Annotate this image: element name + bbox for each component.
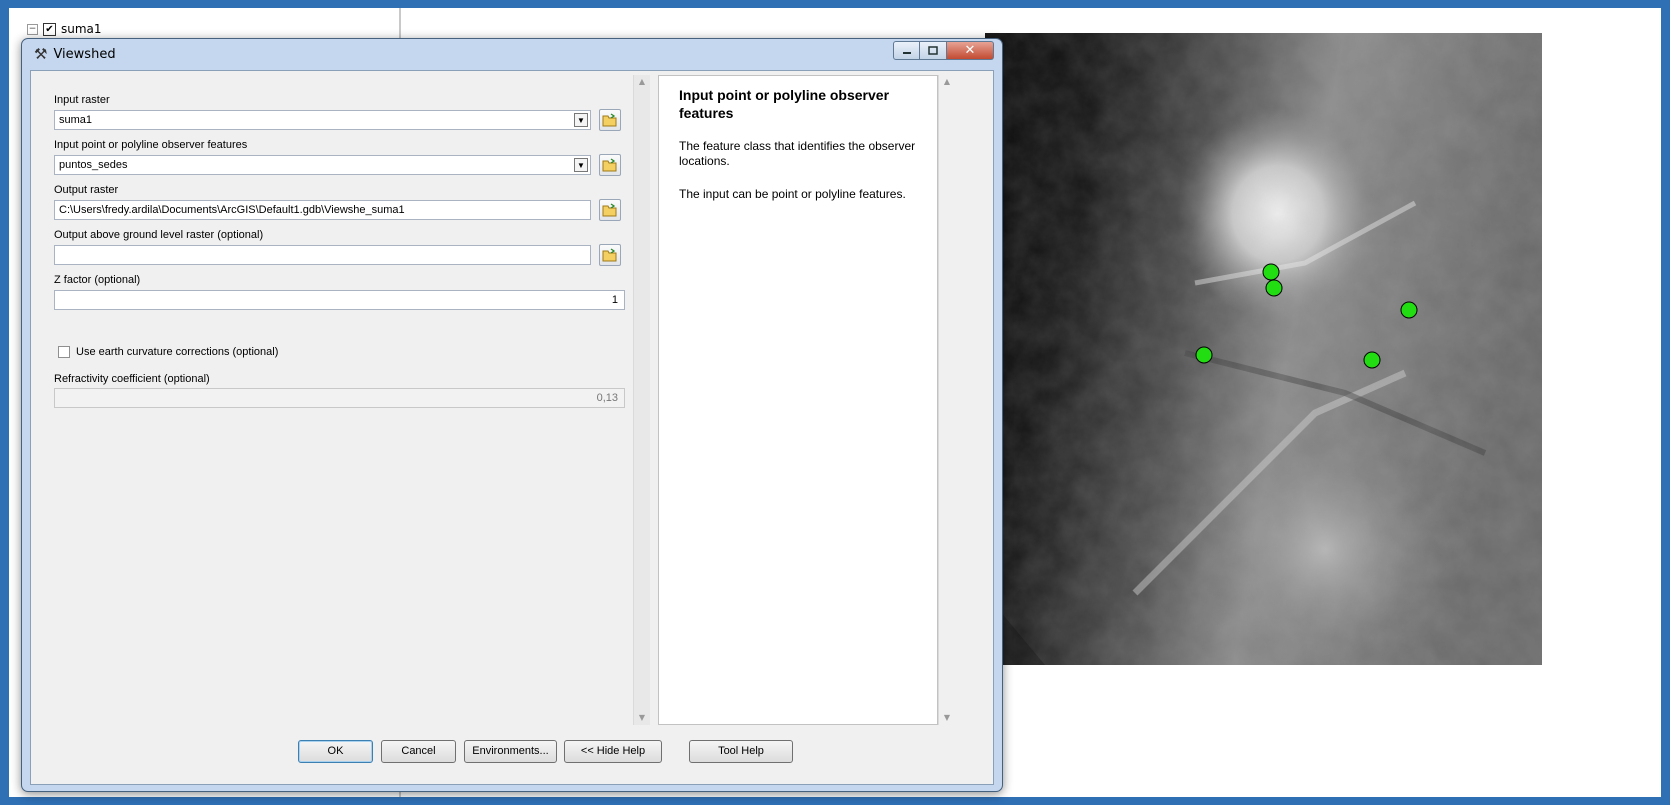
hide-help-button[interactable]: << Hide Help [564,740,662,763]
toc-layer-item[interactable]: − ✔ suma1 [27,22,102,36]
params-scrollbar[interactable]: ▲ ▼ [633,75,650,725]
open-folder-icon [602,203,617,217]
observer-point [1400,301,1418,319]
layer-visibility-checkbox[interactable]: ✔ [43,22,56,36]
close-icon: ✕ [964,43,976,58]
curvature-label: Use earth curvature corrections (optiona… [76,346,279,358]
chevron-down-icon[interactable]: ▼ [574,158,588,172]
toc-layer-label: suma1 [61,22,102,36]
dialog-button-row: OK Cancel Environments... << Hide Help T… [31,729,993,779]
open-folder-icon [602,113,617,127]
help-title: Input point or polyline observer feature… [679,87,890,121]
output-raster-input[interactable]: C:\Users\fredy.ardila\Documents\ArcGIS\D… [54,200,591,220]
observer-point [1363,351,1381,369]
scroll-down-icon[interactable]: ▼ [939,711,955,725]
observer-point [1262,263,1280,281]
observer-features-select[interactable]: puntos_sedes ▼ [54,155,591,175]
browse-agl-raster-button[interactable] [599,244,621,266]
observer-point [1265,279,1283,297]
input-raster-select[interactable]: suma1 ▼ [54,110,591,130]
help-paragraph: The feature class that identifies the ob… [679,139,916,168]
open-folder-icon [602,158,617,172]
frame-border [0,0,9,805]
curvature-option[interactable]: Use earth curvature corrections (optiona… [58,346,278,358]
dialog-title: Viewshed [53,46,116,62]
parameters-pane: Input raster suma1 ▼ Input point or poly… [35,75,650,725]
browse-observer-button[interactable] [599,154,621,176]
tool-help-button[interactable]: Tool Help [689,740,793,763]
help-paragraph: The input can be point or polyline featu… [679,187,906,201]
environments-button[interactable]: Environments... [464,740,557,763]
input-raster-value: suma1 [59,114,93,126]
refractivity-input[interactable]: 0,13 [54,388,625,408]
maximize-button[interactable] [920,41,947,60]
dialog-client-area: Input raster suma1 ▼ Input point or poly… [30,70,994,785]
viewshed-dialog: ⚒ Viewshed ✕ Input raster suma1 ▼ Input [21,38,1003,792]
agl-raster-label: Output above ground level raster (option… [54,229,264,241]
minimize-icon [902,51,911,54]
ok-button[interactable]: OK [298,740,373,763]
observer-points-layer [1195,263,1418,369]
browse-input-raster-button[interactable] [599,109,621,131]
maximize-icon [928,46,938,55]
close-button[interactable]: ✕ [947,41,994,60]
dialog-titlebar[interactable]: ⚒ Viewshed ✕ [22,39,1002,69]
chevron-down-icon[interactable]: ▼ [574,113,588,127]
z-factor-input[interactable]: 1 [54,290,625,310]
browse-output-raster-button[interactable] [599,199,621,221]
refractivity-label: Refractivity coefficient (optional) [54,373,210,385]
frame-border [0,0,1670,8]
minimize-button[interactable] [893,41,920,60]
scroll-up-icon[interactable]: ▲ [939,75,955,89]
curvature-checkbox[interactable] [58,346,70,358]
frame-border [1661,0,1670,805]
observer-features-value: puntos_sedes [59,159,128,171]
hammer-icon: ⚒ [34,45,48,63]
observer-point [1195,346,1213,364]
scroll-up-icon[interactable]: ▲ [634,75,650,89]
observer-features-label: Input point or polyline observer feature… [54,139,248,151]
scroll-down-icon[interactable]: ▼ [634,711,650,725]
help-scrollbar[interactable]: ▲ ▼ [938,75,955,725]
open-folder-icon [602,248,617,262]
output-raster-label: Output raster [54,184,119,196]
cancel-button[interactable]: Cancel [381,740,456,763]
collapse-icon[interactable]: − [27,23,38,35]
agl-raster-input[interactable] [54,245,591,265]
frame-border [0,797,1670,805]
help-pane: Input point or polyline observer feature… [658,75,938,725]
z-factor-label: Z factor (optional) [54,274,141,286]
input-raster-label: Input raster [54,94,110,106]
